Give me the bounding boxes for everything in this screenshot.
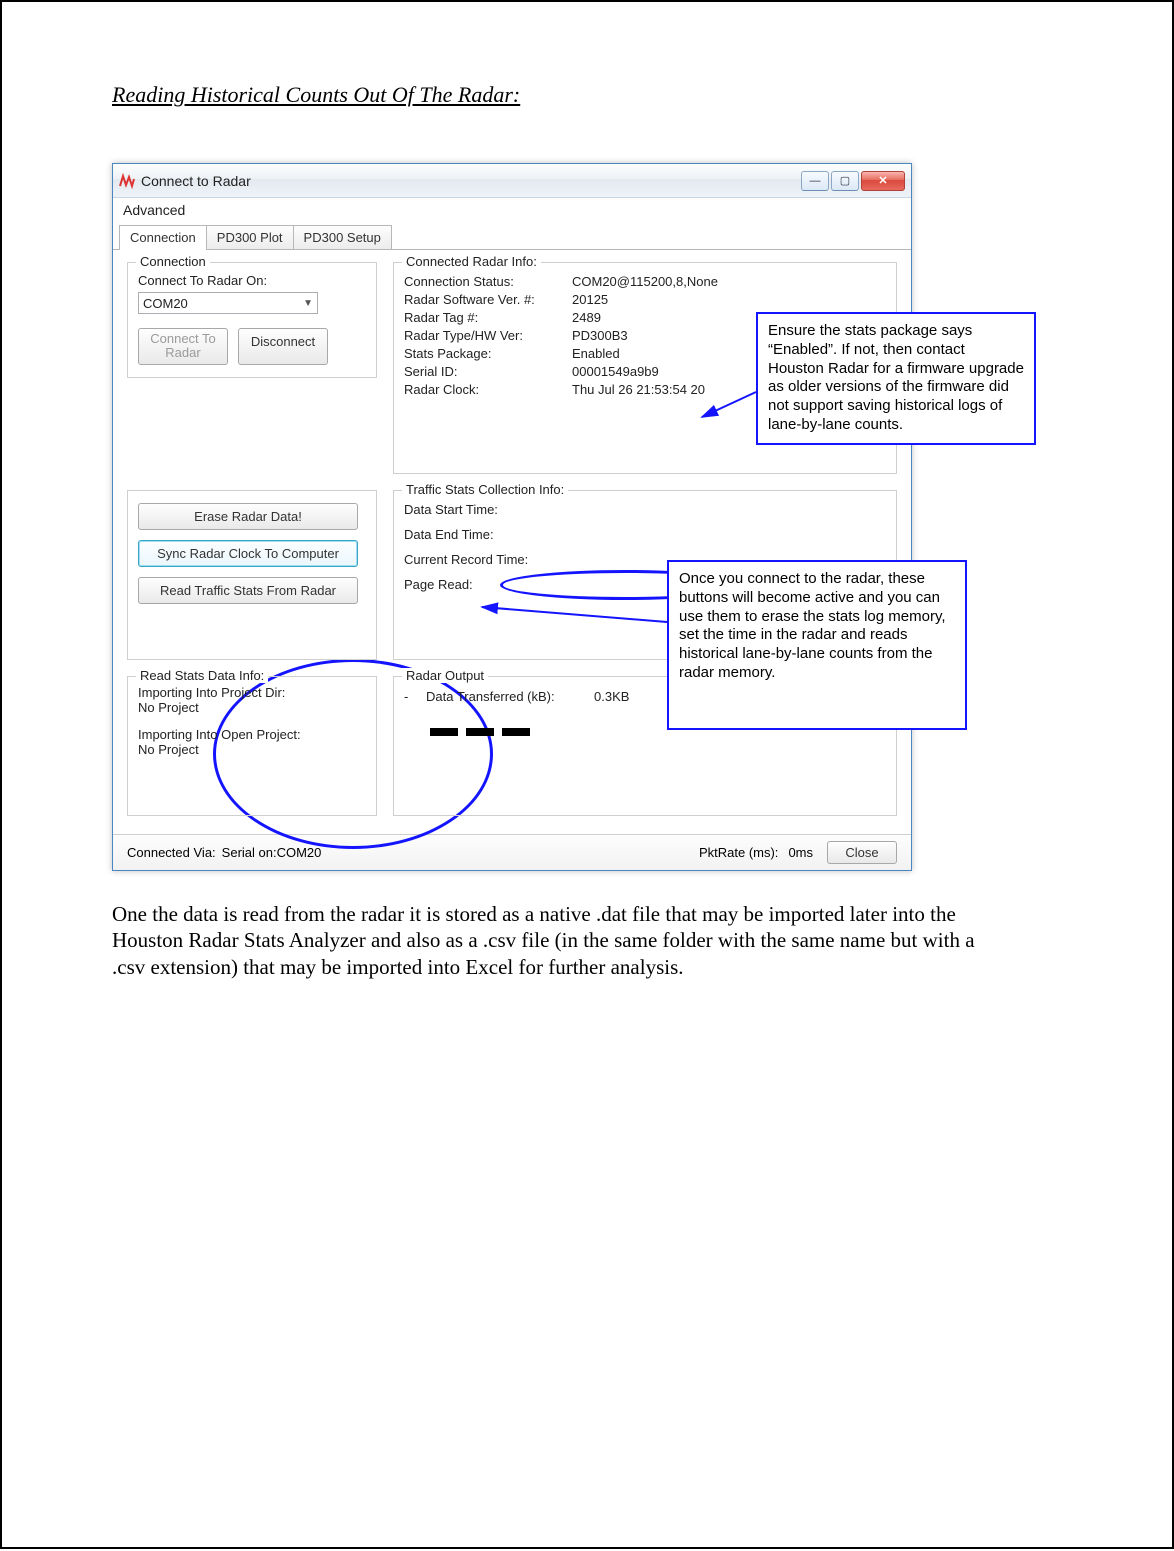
status-value: COM20@115200,8,None [572, 274, 886, 289]
status-label: Connection Status: [404, 274, 564, 289]
com-port-value: COM20 [143, 296, 188, 311]
close-button[interactable]: Close [827, 841, 897, 864]
radar-output-legend: Radar Output [402, 668, 488, 683]
radar-clock-label: Radar Clock: [404, 382, 564, 397]
sync-radar-clock-button[interactable]: Sync Radar Clock To Computer [138, 540, 358, 567]
window-titlebar: Connect to Radar — ▢ ✕ [113, 164, 911, 198]
status-bar: Connected Via: Serial on:COM20 PktRate (… [113, 834, 911, 870]
connected-via-value: Serial on:COM20 [222, 845, 322, 860]
body-paragraph: One the data is read from the radar it i… [112, 901, 992, 980]
data-transferred-label: Data Transferred (kB): [426, 689, 586, 704]
action-buttons-group: Erase Radar Data! Sync Radar Clock To Co… [127, 490, 377, 660]
connection-group-legend: Connection [136, 254, 210, 269]
read-stats-legend: Read Stats Data Info: [136, 668, 268, 683]
connection-group: Connection Connect To Radar On: COM20 ▼ … [127, 262, 377, 378]
data-start-label: Data Start Time: [404, 502, 564, 517]
tab-strip: Connection PD300 Plot PD300 Setup [113, 218, 911, 250]
importing-open-value: No Project [138, 742, 366, 757]
page-read-label: Page Read: [404, 577, 564, 592]
read-traffic-stats-button[interactable]: Read Traffic Stats From Radar [138, 577, 358, 604]
data-end-label: Data End Time: [404, 527, 564, 542]
read-stats-data-group: Read Stats Data Info: Importing Into Pro… [127, 676, 377, 816]
callout-buttons-active: Once you connect to the radar, these but… [667, 560, 967, 730]
chevron-down-icon: ▼ [303, 298, 313, 309]
maximize-button[interactable]: ▢ [831, 171, 859, 191]
section-heading: Reading Historical Counts Out Of The Rad… [112, 82, 1072, 108]
stats-package-label: Stats Package: [404, 346, 564, 361]
close-window-button[interactable]: ✕ [861, 171, 905, 191]
window-title: Connect to Radar [141, 173, 799, 189]
traffic-stats-legend: Traffic Stats Collection Info: [402, 482, 568, 497]
erase-radar-data-button[interactable]: Erase Radar Data! [138, 503, 358, 530]
software-ver-label: Radar Software Ver. #: [404, 292, 564, 307]
connect-to-radar-window: Connect to Radar — ▢ ✕ Advanced Connecti… [112, 163, 912, 871]
radar-type-label: Radar Type/HW Ver: [404, 328, 564, 343]
importing-dir-value: No Project [138, 700, 366, 715]
radar-output-dash: - [404, 689, 418, 704]
callout-stats-enabled: Ensure the stats package says “Enabled”.… [756, 312, 1036, 445]
connected-via-label: Connected Via: [127, 845, 216, 860]
current-record-label: Current Record Time: [404, 552, 564, 567]
importing-open-label: Importing Into Open Project: [138, 727, 366, 742]
menu-bar: Advanced [113, 198, 911, 218]
com-port-combo[interactable]: COM20 ▼ [138, 292, 318, 314]
connect-on-label: Connect To Radar On: [138, 273, 366, 288]
menu-advanced[interactable]: Advanced [123, 202, 185, 218]
pktrate-label: PktRate (ms): [699, 845, 778, 860]
tab-connection[interactable]: Connection [119, 225, 207, 250]
pktrate-value: 0ms [788, 845, 813, 860]
tab-pd300-setup[interactable]: PD300 Setup [293, 225, 392, 249]
connect-to-radar-button[interactable]: Connect To Radar [138, 328, 228, 365]
disconnect-button[interactable]: Disconnect [238, 328, 328, 365]
tab-pd300-plot[interactable]: PD300 Plot [206, 225, 294, 249]
radar-tag-label: Radar Tag #: [404, 310, 564, 325]
connected-radar-info-legend: Connected Radar Info: [402, 254, 541, 269]
app-icon [119, 173, 135, 189]
minimize-button[interactable]: — [801, 171, 829, 191]
serial-id-label: Serial ID: [404, 364, 564, 379]
software-ver-value: 20125 [572, 292, 886, 307]
importing-dir-label: Importing Into Project Dir: [138, 685, 366, 700]
